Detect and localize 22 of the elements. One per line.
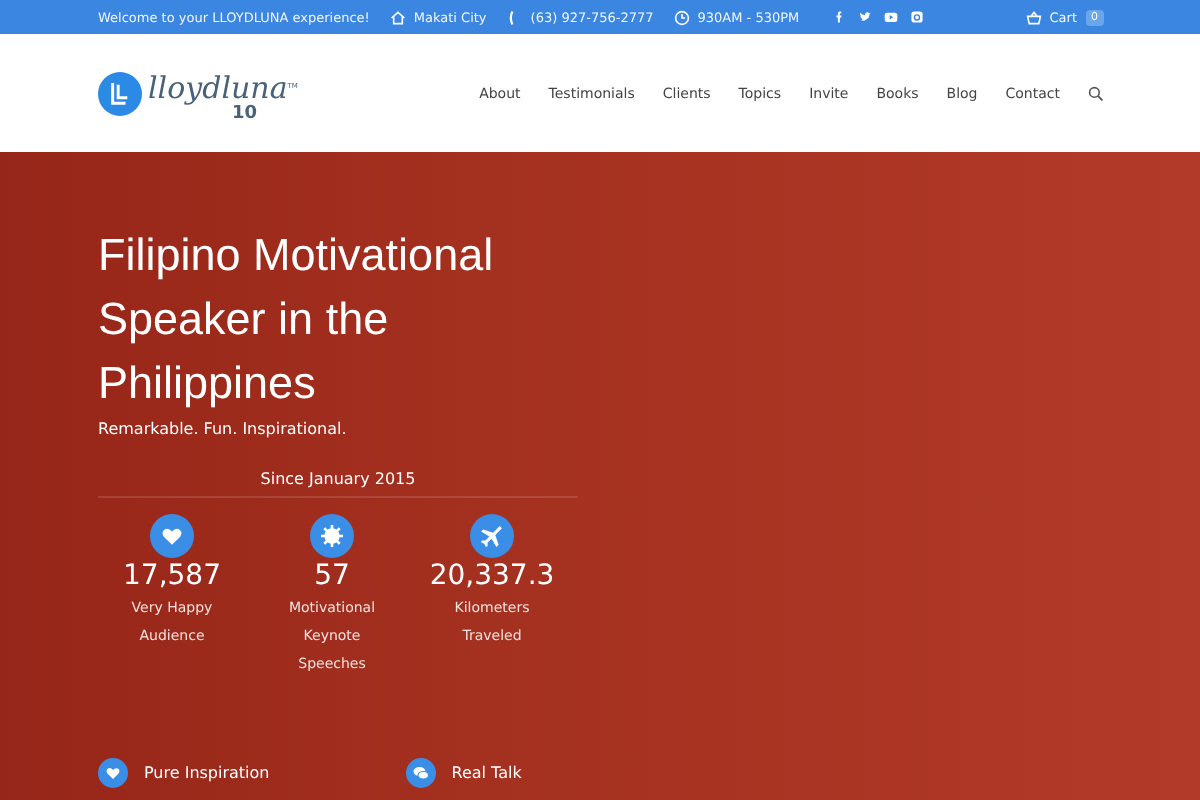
logo-icon — [98, 71, 142, 115]
hero-title: Filipino Motivational Speaker in the Philippines — [98, 228, 496, 412]
stat-value: 57 — [314, 560, 350, 594]
badge-icon — [310, 514, 354, 558]
basket-icon — [1025, 9, 1042, 25]
hero-subtitle: Remarkable. Fun. Inspirational. — [98, 420, 349, 438]
airplane-icon — [470, 514, 514, 558]
youtube-icon[interactable] — [883, 10, 898, 24]
home-icon — [389, 9, 406, 25]
logo-wordmark: lloydluna — [148, 69, 288, 105]
clock-icon — [673, 9, 690, 25]
stat-value: 20,337.3 — [429, 560, 555, 594]
years-text: 10 — [232, 103, 258, 123]
feature-label: Pure Inspiration — [144, 764, 270, 782]
feature-label: Real Talk — [451, 764, 522, 782]
search-icon[interactable] — [1088, 85, 1104, 101]
stat-value: 17,587 — [123, 560, 221, 594]
facebook-icon[interactable] — [831, 10, 846, 24]
since-text: Since January 2015 — [260, 470, 416, 488]
instagram-icon[interactable] — [909, 10, 924, 24]
twitter-icon[interactable] — [857, 10, 872, 24]
chat-icon — [405, 758, 436, 788]
